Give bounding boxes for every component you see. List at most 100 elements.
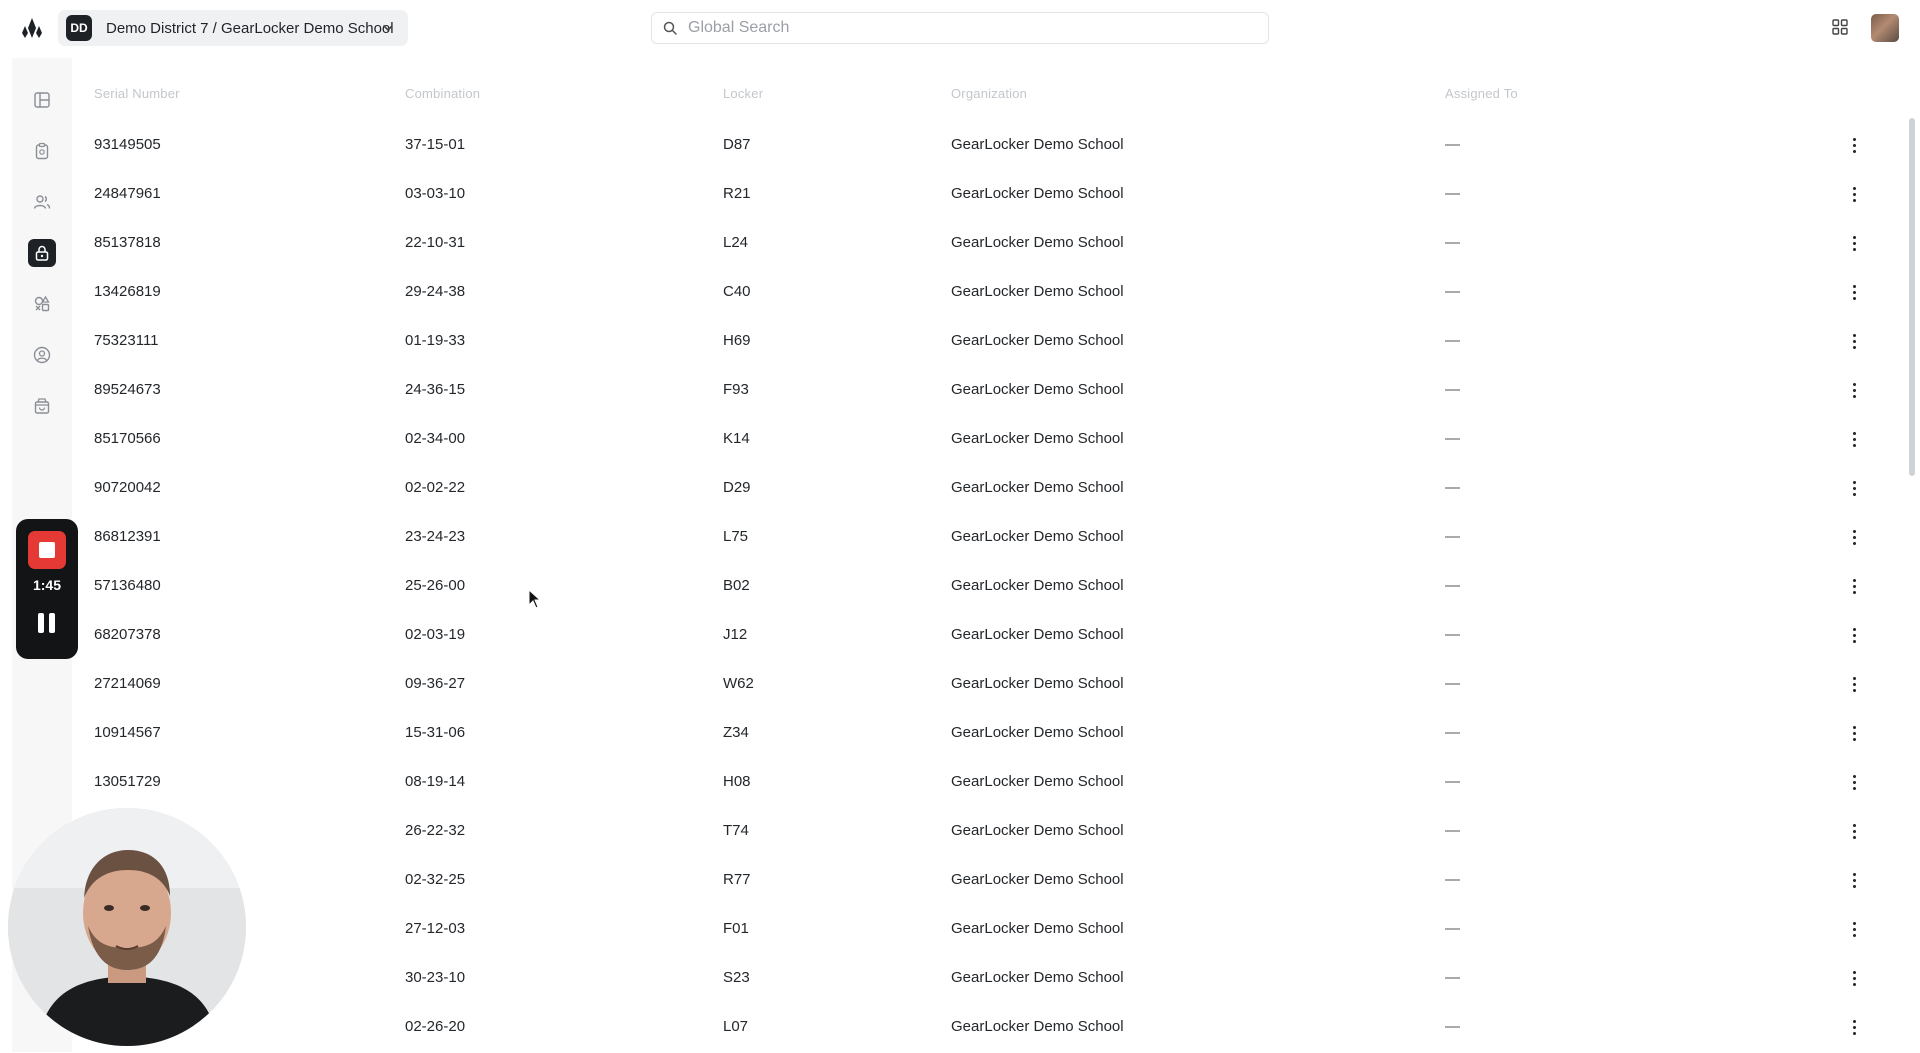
global-search-input[interactable] — [688, 19, 1248, 37]
menu-dot — [1852, 633, 1856, 637]
cell-assigned-to: — — [1445, 577, 1460, 594]
table-row[interactable]: 93149505 37-15-01 D87 GearLocker Demo Schoo… — [72, 122, 1892, 171]
global-search[interactable] — [651, 12, 1269, 44]
cell-assigned-to: — — [1445, 332, 1460, 349]
cell-combination: 01-19-33 — [405, 332, 466, 349]
table-row[interactable]: 26-22-32 T74 GearLocker Demo School — — [72, 808, 1892, 857]
table-row[interactable]: 90720042 02-02-22 D29 GearLocker Demo Schoo… — [72, 465, 1892, 514]
column-header-locker[interactable]: Locker — [723, 86, 763, 101]
cell-assigned-to: — — [1445, 528, 1460, 545]
menu-dot — [1852, 1025, 1856, 1029]
menu-dot — [1852, 786, 1856, 790]
workspace-switcher[interactable]: DD Demo District 7 / GearLocker Demo Sch… — [58, 10, 408, 46]
row-actions-menu-icon[interactable] — [1844, 134, 1864, 156]
stop-recording-button[interactable] — [28, 531, 66, 569]
table-row[interactable]: 24847961 03-03-10 R21 GearLocker Demo Schoo… — [72, 171, 1892, 220]
cell-assigned-to: — — [1445, 479, 1460, 496]
row-actions-menu-icon[interactable] — [1844, 673, 1864, 695]
table-row[interactable]: 27-12-03 F01 GearLocker Demo School — — [72, 906, 1892, 955]
pause-recording-button[interactable] — [37, 613, 57, 635]
table-row[interactable]: 68207378 02-03-19 J12 GearLocker Demo Schoo… — [72, 612, 1892, 661]
cell-organization: GearLocker Demo School — [951, 920, 1124, 937]
scrollbar-thumb[interactable] — [1909, 118, 1915, 476]
table-row[interactable]: 02-32-25 R77 GearLocker Demo School — — [72, 857, 1892, 906]
menu-dot — [1852, 431, 1856, 435]
cell-locker: S23 — [723, 969, 750, 986]
table-row[interactable]: 13051729 08-19-14 H08 GearLocker Demo Schoo… — [72, 759, 1892, 808]
row-actions-menu-icon[interactable] — [1844, 428, 1864, 450]
row-actions-menu-icon[interactable] — [1844, 624, 1864, 646]
table-row[interactable]: 27214069 09-36-27 W62 GearLocker Demo Schoo… — [72, 661, 1892, 710]
table-row[interactable]: 75323111 01-19-33 H69 GearLocker Demo Schoo… — [72, 318, 1892, 367]
cell-assigned-to: — — [1445, 283, 1460, 300]
row-actions-menu-icon[interactable] — [1844, 575, 1864, 597]
column-header-assigned[interactable]: Assigned To — [1445, 86, 1518, 101]
column-header-serial[interactable]: Serial Number — [94, 86, 180, 101]
menu-dot — [1852, 345, 1856, 349]
cell-locker: F01 — [723, 920, 749, 937]
cell-serial-number: 75323111 — [94, 332, 159, 349]
sidebar-item-profile[interactable] — [28, 341, 56, 369]
row-actions-menu-icon[interactable] — [1844, 820, 1864, 842]
users-icon — [33, 195, 51, 209]
cell-locker: D87 — [723, 136, 751, 153]
menu-dot — [1852, 688, 1856, 692]
column-header-combination[interactable]: Combination — [405, 86, 480, 101]
table-header: Serial Number Combination Locker Organiz… — [72, 86, 1872, 106]
row-actions-menu-icon[interactable] — [1844, 477, 1864, 499]
sidebar-item-users[interactable] — [28, 188, 56, 216]
row-actions-menu-icon[interactable] — [1844, 379, 1864, 401]
menu-dot — [1852, 480, 1856, 484]
cell-combination: 29-24-38 — [405, 283, 466, 300]
row-actions-menu-icon[interactable] — [1844, 526, 1864, 548]
cell-organization: GearLocker Demo School — [951, 234, 1124, 251]
cell-assigned-to: — — [1445, 234, 1460, 251]
row-actions-menu-icon[interactable] — [1844, 918, 1864, 940]
screen-recorder-widget: 1:45 — [16, 519, 78, 659]
apps-grid-icon[interactable] — [1831, 18, 1849, 36]
cell-assigned-to: — — [1445, 626, 1460, 643]
menu-dot — [1852, 970, 1856, 974]
menu-dot — [1852, 872, 1856, 876]
menu-dot — [1852, 578, 1856, 582]
webcam-bubble[interactable] — [8, 808, 246, 1046]
menu-dot — [1852, 137, 1856, 141]
table-row[interactable]: 89524673 24-36-15 F93 GearLocker Demo Schoo… — [72, 367, 1892, 416]
menu-dot — [1852, 823, 1856, 827]
table-row[interactable]: 10914567 15-31-06 Z34 GearLocker Demo Schoo… — [72, 710, 1892, 759]
row-actions-menu-icon[interactable] — [1844, 1016, 1864, 1038]
row-actions-menu-icon[interactable] — [1844, 869, 1864, 891]
sidebar-item-lockers[interactable] — [28, 239, 56, 267]
table-row[interactable]: 13426819 29-24-38 C40 GearLocker Demo Schoo… — [72, 269, 1892, 318]
sidebar-item-dashboard[interactable] — [28, 86, 56, 114]
sidebar-item-inventory[interactable] — [28, 137, 56, 165]
menu-dot — [1852, 535, 1856, 539]
menu-dot — [1852, 143, 1856, 147]
cell-organization: GearLocker Demo School — [951, 871, 1124, 888]
sidebar-item-equipment[interactable] — [28, 290, 56, 318]
row-actions-menu-icon[interactable] — [1844, 330, 1864, 352]
table-row[interactable]: 86812391 23-24-23 L75 GearLocker Demo Schoo… — [72, 514, 1892, 563]
row-actions-menu-icon[interactable] — [1844, 771, 1864, 793]
row-actions-menu-icon[interactable] — [1844, 281, 1864, 303]
table-row[interactable]: 85170566 02-34-00 K14 GearLocker Demo Schoo… — [72, 416, 1892, 465]
row-actions-menu-icon[interactable] — [1844, 232, 1864, 254]
menu-dot — [1852, 149, 1856, 153]
table-row[interactable]: 85137818 22-10-31 L24 GearLocker Demo Schoo… — [72, 220, 1892, 269]
column-header-organization[interactable]: Organization — [951, 86, 1027, 101]
table-row[interactable]: 02-26-20 L07 GearLocker Demo School — — [72, 1004, 1892, 1053]
cell-locker: C40 — [723, 283, 751, 300]
menu-dot — [1852, 829, 1856, 833]
gearlocker-logo-icon[interactable] — [20, 16, 44, 40]
cell-combination: 22-10-31 — [405, 234, 466, 251]
row-actions-menu-icon[interactable] — [1844, 722, 1864, 744]
row-actions-menu-icon[interactable] — [1844, 183, 1864, 205]
cell-combination: 37-15-01 — [405, 136, 466, 153]
row-actions-menu-icon[interactable] — [1844, 967, 1864, 989]
cell-serial-number: 86812391 — [94, 528, 161, 545]
cell-organization: GearLocker Demo School — [951, 479, 1124, 496]
sidebar-item-store[interactable] — [28, 392, 56, 420]
table-row[interactable]: 30-23-10 S23 GearLocker Demo School — — [72, 955, 1892, 1004]
table-row[interactable]: 57136480 25-26-00 B02 GearLocker Demo Schoo… — [72, 563, 1892, 612]
user-avatar[interactable] — [1871, 14, 1899, 42]
